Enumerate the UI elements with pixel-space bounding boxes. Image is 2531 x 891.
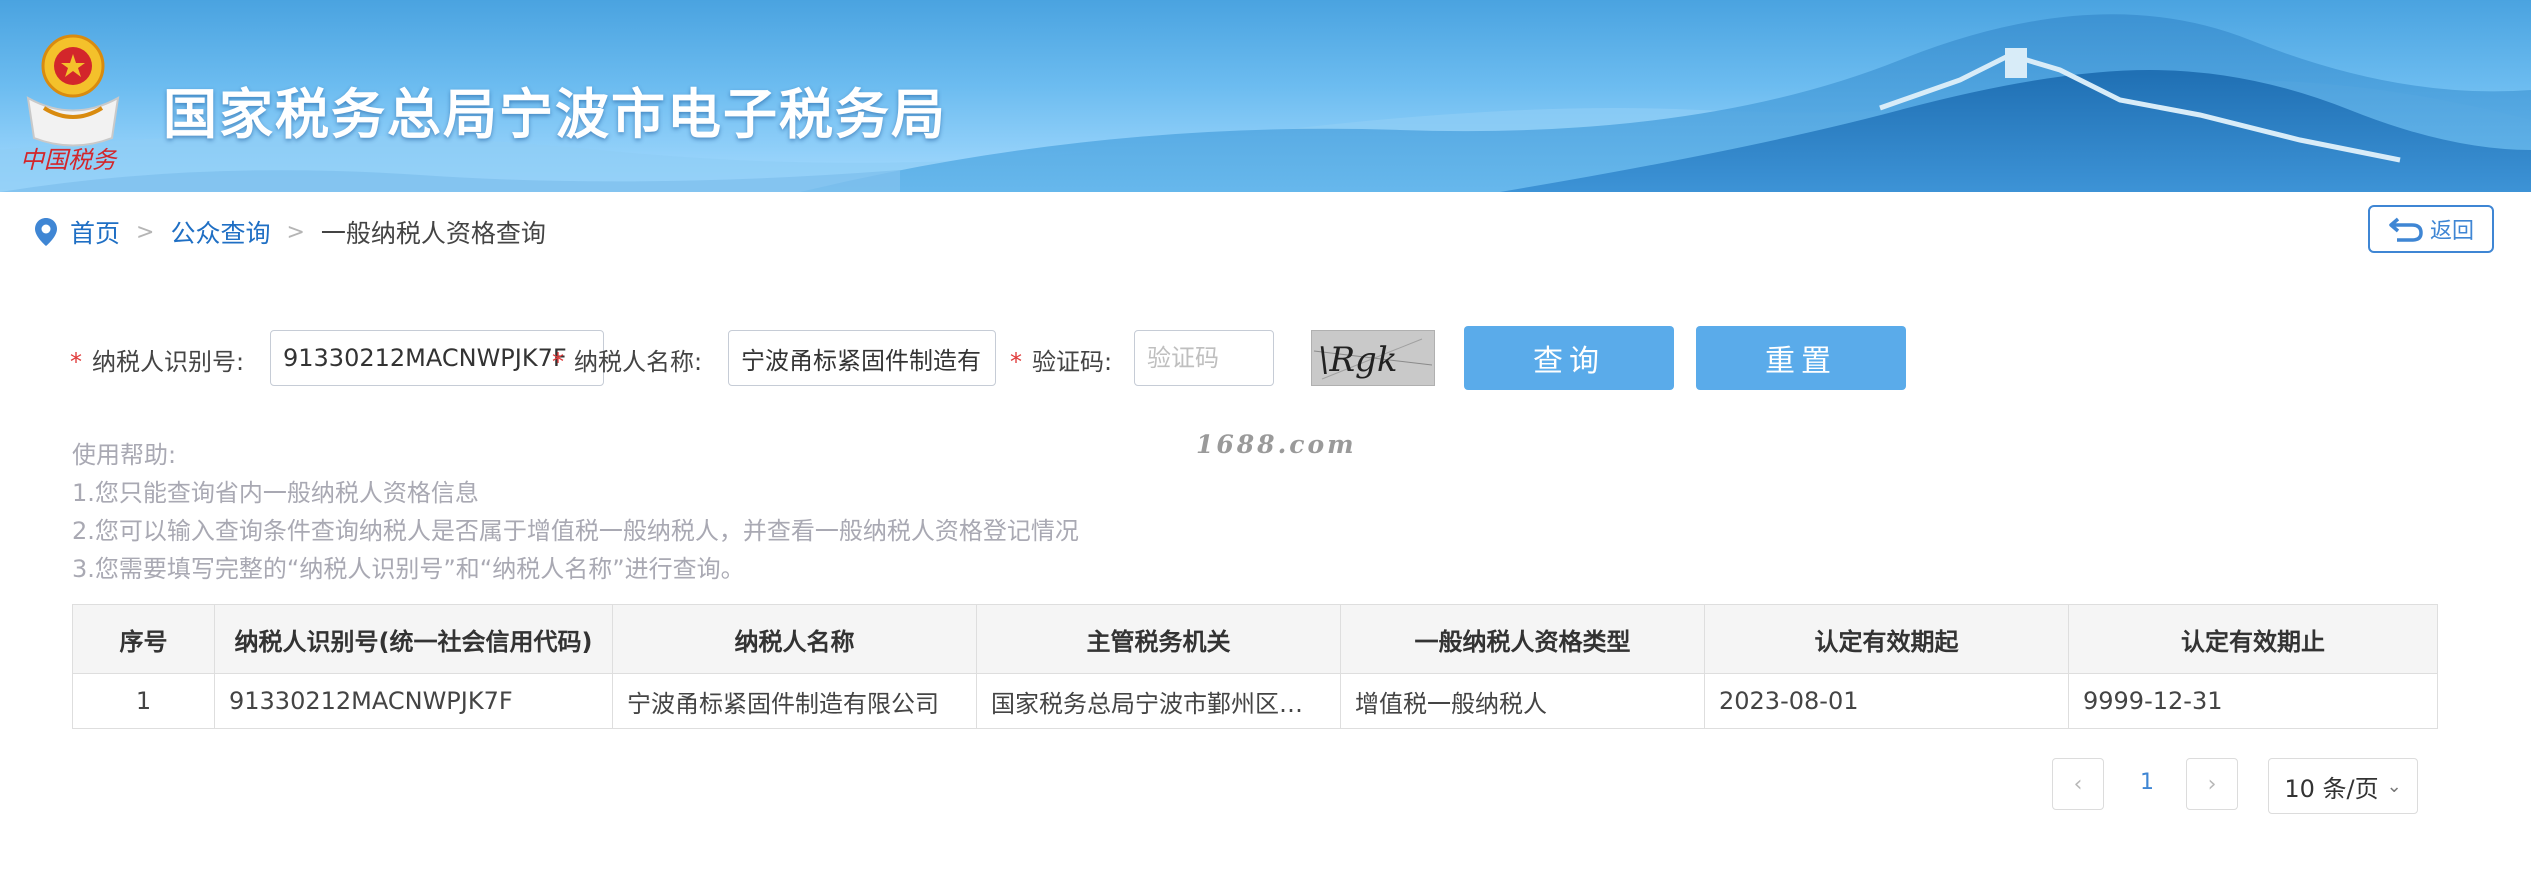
breadcrumb-current: 一般纳税人资格查询 (320, 219, 546, 248)
taxpayer-name-label: * 纳税人名称: (552, 348, 703, 376)
column-header: 主管税务机关 (976, 604, 1341, 674)
required-mark: * (70, 348, 82, 376)
location-pin-icon (35, 218, 57, 246)
pagination: ‹ 1 › 10 条/页 ⌄ (2052, 758, 2422, 814)
help-title: 使用帮助: (72, 441, 177, 469)
taxpayer-id-label: * 纳税人识别号: (70, 348, 245, 376)
breadcrumb: 首页 > 公众查询 > 一般纳税人资格查询 (34, 212, 546, 252)
header-banner: 中国税务 国家税务总局宁波市电子税务局 (0, 0, 2531, 192)
page-size-value: 10 条/页 (2284, 774, 2379, 803)
next-page-button[interactable]: › (2186, 758, 2238, 810)
captcha-image-art: \Rgk (1313, 338, 1433, 380)
return-arrow-icon (2389, 217, 2423, 242)
back-button-label: 返回 (2429, 219, 2474, 244)
site-title: 国家税务总局宁波市电子税务局 (163, 83, 947, 146)
breadcrumb-public-query[interactable]: 公众查询 (170, 214, 270, 250)
table-header-row: 序号 纳税人识别号(统一社会信用代码) 纳税人名称 主管税务机关 一般纳税人资格… (72, 604, 2438, 674)
breadcrumb-separator: > (286, 219, 305, 245)
taxpayer-id-cell: 91330212MACNWPJK7F (214, 673, 613, 729)
column-header: 认定有效期止 (2068, 604, 2438, 674)
valid-to-cell: 9999-12-31 (2068, 673, 2438, 729)
query-form: *纳税人识别号: *纳税人名称: *验证码: \Rgk 查询 重置 (70, 326, 2470, 390)
results-table: 序号 纳税人识别号(统一社会信用代码) 纳税人名称 主管税务机关 一般纳税人资格… (72, 604, 2438, 729)
back-button[interactable]: 返回 (2368, 205, 2494, 253)
help-line: 3.您需要填写完整的“纳税人识别号”和“纳税人名称”进行查询。 (72, 555, 745, 583)
row-index-cell: 1 (72, 673, 215, 729)
column-header: 纳税人识别号(统一社会信用代码) (214, 604, 613, 674)
taxpayer-name-cell: 宁波甬标紧固件制造有限公司 (612, 673, 977, 729)
help-line: 2.您可以输入查询条件查询纳税人是否属于增值税一般纳税人，并查看一般纳税人资格登… (72, 517, 1079, 545)
column-header: 序号 (72, 604, 215, 674)
captcha-image[interactable]: \Rgk (1311, 330, 1435, 386)
qualification-type-cell: 增值税一般纳税人 (1340, 673, 1705, 729)
tax-emblem-icon: 中国税务 (20, 34, 120, 174)
breadcrumb-home[interactable]: 首页 (70, 214, 120, 250)
query-button[interactable]: 查询 (1464, 326, 1674, 390)
chevron-down-icon: ⌄ (2386, 775, 2402, 797)
tax-authority-cell: 国家税务总局宁波市鄞州区… (976, 673, 1341, 729)
table-row: 1 91330212MACNWPJK7F 宁波甬标紧固件制造有限公司 国家税务总… (72, 673, 2438, 729)
reset-button[interactable]: 重置 (1696, 326, 1906, 390)
prev-page-button[interactable]: ‹ (2052, 758, 2104, 810)
column-header: 认定有效期起 (1704, 604, 2069, 674)
captcha-input[interactable] (1134, 330, 1274, 386)
taxpayer-name-input[interactable] (728, 330, 996, 386)
page-number-current[interactable]: 1 (2140, 770, 2154, 795)
page-size-select[interactable]: 10 条/页 ⌄ (2268, 758, 2418, 814)
breadcrumb-separator: > (136, 219, 155, 245)
watermark: 1688.com (1196, 430, 1357, 459)
column-header: 纳税人名称 (612, 604, 977, 674)
usage-help: 使用帮助: 1.您只能查询省内一般纳税人资格信息 2.您可以输入查询条件查询纳税… (72, 436, 1079, 588)
required-mark: * (1010, 348, 1022, 376)
captcha-label: * 验证码: (1010, 348, 1113, 376)
emblem-text: 中国税务 (20, 146, 118, 174)
required-mark: * (552, 348, 564, 376)
captcha-text: \Rgk (1318, 340, 1397, 380)
help-line: 1.您只能查询省内一般纳税人资格信息 (72, 479, 479, 507)
valid-from-cell: 2023-08-01 (1704, 673, 2069, 729)
column-header: 一般纳税人资格类型 (1340, 604, 1705, 674)
